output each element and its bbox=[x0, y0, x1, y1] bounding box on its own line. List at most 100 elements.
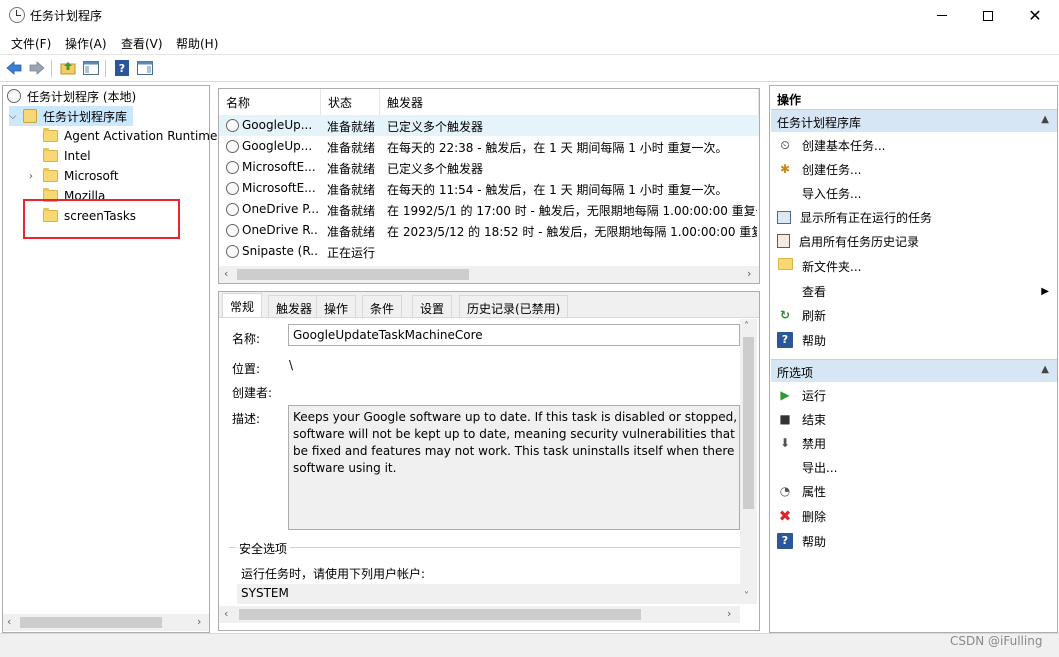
section-task-library[interactable]: 任务计划程序库 ▲ bbox=[771, 109, 1057, 132]
tree-root[interactable]: 任务计划程序 (本地) bbox=[7, 86, 136, 106]
create-task-icon: ✱ bbox=[779, 162, 791, 176]
action-help[interactable]: ? 帮助 bbox=[771, 328, 1057, 352]
task-name: MicrosoftE... bbox=[242, 160, 316, 174]
column-header-status[interactable]: 状态 bbox=[321, 89, 380, 115]
description-field[interactable]: Keeps your Google software up to date. I… bbox=[288, 405, 740, 530]
section-selected-item[interactable]: 所选项 ▲ bbox=[771, 359, 1057, 382]
action-export[interactable]: 导出... bbox=[771, 455, 1057, 479]
action-disable[interactable]: ⬇ 禁用 bbox=[771, 431, 1057, 455]
name-label: 名称: bbox=[232, 332, 261, 346]
action-label: 刷新 bbox=[802, 308, 827, 323]
running-tasks-icon bbox=[777, 210, 791, 224]
task-status: 正在运行 bbox=[327, 246, 376, 260]
close-button[interactable]: ✕ bbox=[1012, 0, 1058, 31]
table-row[interactable]: OneDrive P... 准备就绪 在 1992/5/1 的 17:00 时 … bbox=[219, 199, 759, 220]
action-delete[interactable]: ✖ 删除 bbox=[771, 504, 1057, 528]
tree-item-microsoft[interactable]: › Microsoft bbox=[29, 166, 119, 186]
help-icon[interactable]: ? bbox=[113, 59, 131, 77]
maximize-icon bbox=[983, 10, 993, 21]
description-line: software will not be kept up to date, me… bbox=[293, 427, 740, 441]
up-folder-icon[interactable] bbox=[59, 59, 77, 77]
action-end[interactable]: ■ 结束 bbox=[771, 407, 1057, 431]
tab-actions[interactable]: 操作 bbox=[316, 295, 357, 317]
action-refresh[interactable]: ↻ 刷新 bbox=[771, 303, 1057, 327]
menu-file[interactable]: 文件(F) bbox=[11, 35, 51, 52]
task-trigger: 在 1992/5/1 的 17:00 时 - 触发后，无限期地每隔 1.00:0… bbox=[387, 204, 757, 218]
scrollbar-thumb[interactable] bbox=[239, 609, 641, 620]
tree-item-agent-activation-runtime[interactable]: Agent Activation Runtime bbox=[43, 126, 217, 146]
run-as-field[interactable]: SYSTEM bbox=[237, 584, 740, 604]
task-trigger: 已定义多个触发器 bbox=[387, 120, 484, 134]
action-enable-history[interactable]: 启用所有任务历史记录 bbox=[771, 229, 1057, 253]
console-tree-pane: 任务计划程序 (本地) ⌵ 任务计划程序库 Agent Activation R… bbox=[2, 85, 217, 633]
table-row[interactable]: MicrosoftE... 准备就绪 已定义多个触发器 bbox=[219, 157, 759, 178]
task-name: Snipaste (R... bbox=[242, 244, 318, 258]
scroll-left-icon[interactable]: ‹ bbox=[224, 607, 228, 620]
table-row[interactable]: Snipaste (R... 正在运行 bbox=[219, 241, 759, 262]
maximize-button[interactable] bbox=[965, 0, 1011, 31]
action-help-selected[interactable]: ? 帮助 bbox=[771, 529, 1057, 553]
back-arrow-icon[interactable] bbox=[5, 59, 23, 77]
menu-action[interactable]: 操作(A) bbox=[65, 35, 107, 52]
scroll-right-icon[interactable]: › bbox=[727, 607, 731, 620]
action-label: 删除 bbox=[802, 509, 827, 524]
minimize-button[interactable] bbox=[919, 0, 965, 31]
menu-view[interactable]: 查看(V) bbox=[121, 35, 163, 52]
task-list-pane: 名称 状态 触发器 GoogleUp... 准备就绪 已定义多个触发器 Goog… bbox=[218, 88, 760, 284]
menu-bar: 文件(F) 操作(A) 查看(V) 帮助(H) bbox=[0, 31, 1059, 53]
scroll-left-icon[interactable]: ‹ bbox=[7, 615, 11, 628]
scrollbar-thumb[interactable] bbox=[237, 269, 469, 280]
window-title: 任务计划程序 bbox=[30, 9, 103, 23]
tab-general[interactable]: 常规 bbox=[222, 293, 263, 317]
task-clock-icon bbox=[226, 119, 239, 132]
action-properties[interactable]: ◔ 属性 bbox=[771, 479, 1057, 503]
name-field[interactable]: GoogleUpdateTaskMachineCore bbox=[288, 324, 740, 346]
task-clock-icon bbox=[226, 245, 239, 258]
scroll-left-icon[interactable]: ‹ bbox=[224, 267, 228, 280]
table-row[interactable]: GoogleUp... 准备就绪 在每天的 22:38 - 触发后，在 1 天 … bbox=[219, 136, 759, 157]
detail-vertical-scrollbar[interactable]: ˄ ˅ bbox=[740, 319, 757, 604]
collapse-up-icon[interactable]: ▲ bbox=[1041, 114, 1049, 125]
action-view[interactable]: 查看 ▶ bbox=[771, 279, 1057, 303]
collapse-up-icon[interactable]: ▲ bbox=[1041, 364, 1049, 375]
action-run[interactable]: ▶ 运行 bbox=[771, 383, 1057, 407]
close-icon: ✕ bbox=[1028, 6, 1042, 25]
forward-arrow-icon[interactable] bbox=[28, 59, 46, 77]
tab-history[interactable]: 历史记录(已禁用) bbox=[459, 295, 569, 317]
table-row[interactable]: GoogleUp... 准备就绪 已定义多个触发器 bbox=[219, 115, 759, 136]
scrollbar-thumb[interactable] bbox=[20, 617, 162, 628]
scroll-down-icon[interactable]: ˅ bbox=[744, 591, 749, 602]
table-row[interactable]: OneDrive R... 准备就绪 在 2023/5/12 的 18:52 时… bbox=[219, 220, 759, 241]
tree-item-intel[interactable]: Intel bbox=[43, 146, 91, 166]
chevron-right-icon[interactable]: › bbox=[29, 171, 39, 182]
table-row[interactable]: MicrosoftE... 准备就绪 在每天的 11:54 - 触发后，在 1 … bbox=[219, 178, 759, 199]
action-new-folder[interactable]: 新文件夹... bbox=[771, 254, 1057, 278]
action-show-running-tasks[interactable]: 显示所有正在运行的任务 bbox=[771, 205, 1057, 229]
scroll-right-icon[interactable]: › bbox=[747, 267, 751, 280]
task-status: 准备就绪 bbox=[327, 162, 376, 176]
detail-horizontal-scrollbar[interactable]: ‹ › bbox=[219, 606, 740, 623]
tab-conditions[interactable]: 条件 bbox=[362, 295, 403, 317]
task-list-horizontal-scrollbar[interactable]: ‹ › bbox=[219, 266, 759, 283]
tab-triggers[interactable]: 触发器 bbox=[268, 295, 321, 317]
scroll-up-icon[interactable]: ˄ bbox=[744, 321, 749, 332]
show-hide-action-pane-icon[interactable] bbox=[136, 59, 154, 77]
tree-library[interactable]: ⌵ 任务计划程序库 bbox=[9, 106, 133, 126]
tree-horizontal-scrollbar[interactable]: ‹ › bbox=[3, 614, 209, 631]
action-create-task[interactable]: ✱ 创建任务... bbox=[771, 157, 1057, 181]
action-import-task[interactable]: 导入任务... bbox=[771, 181, 1057, 205]
chevron-down-icon[interactable]: ⌵ bbox=[9, 111, 19, 122]
task-trigger: 在每天的 22:38 - 触发后，在 1 天 期间每隔 1 小时 重复一次。 bbox=[387, 141, 728, 155]
menu-help[interactable]: 帮助(H) bbox=[176, 35, 218, 52]
tab-settings[interactable]: 设置 bbox=[412, 295, 453, 317]
action-label: 创建基本任务... bbox=[802, 138, 886, 153]
column-header-trigger[interactable]: 触发器 bbox=[380, 89, 759, 115]
task-trigger: 在 2023/5/12 的 18:52 时 - 触发后，无限期地每隔 1.00:… bbox=[387, 225, 757, 239]
action-create-basic-task[interactable]: ⏲ 创建基本任务... bbox=[771, 133, 1057, 157]
scroll-right-icon[interactable]: › bbox=[197, 615, 201, 628]
toolbar: ? bbox=[0, 54, 1059, 82]
column-header-name[interactable]: 名称 bbox=[219, 89, 321, 115]
scrollbar-thumb[interactable] bbox=[743, 337, 754, 509]
show-hide-console-tree-icon[interactable] bbox=[82, 59, 100, 77]
action-label: 导出... bbox=[802, 460, 838, 475]
